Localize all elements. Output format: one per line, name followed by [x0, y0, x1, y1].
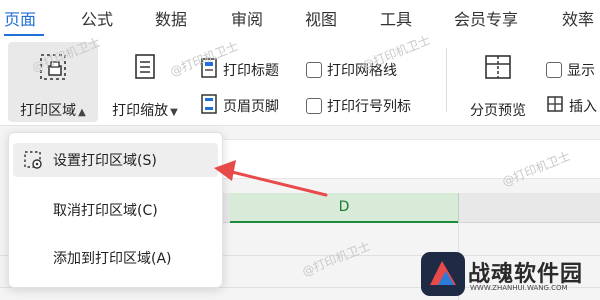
logo-url: WWW.ZHANHUI.WANG.COM	[470, 284, 568, 292]
logo-icon	[421, 252, 465, 296]
site-logo: 战魂软件园 WWW.ZHANHUI.WANG.COM	[418, 248, 600, 300]
